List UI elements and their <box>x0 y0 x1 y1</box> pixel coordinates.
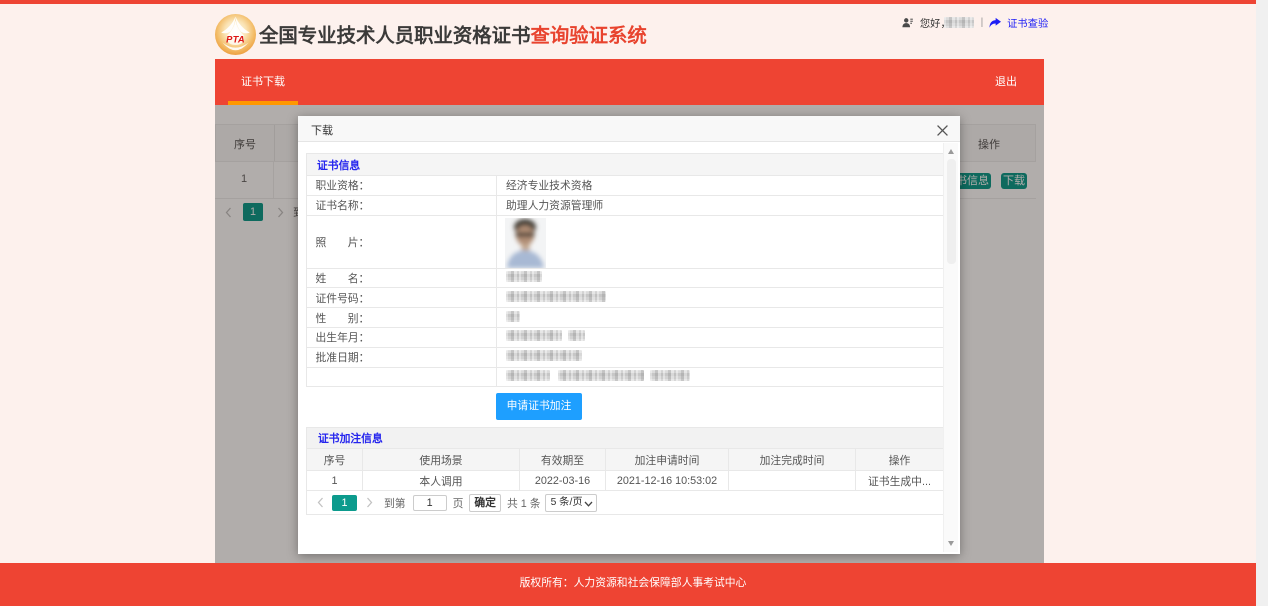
svg-text:PTA: PTA <box>226 34 245 45</box>
